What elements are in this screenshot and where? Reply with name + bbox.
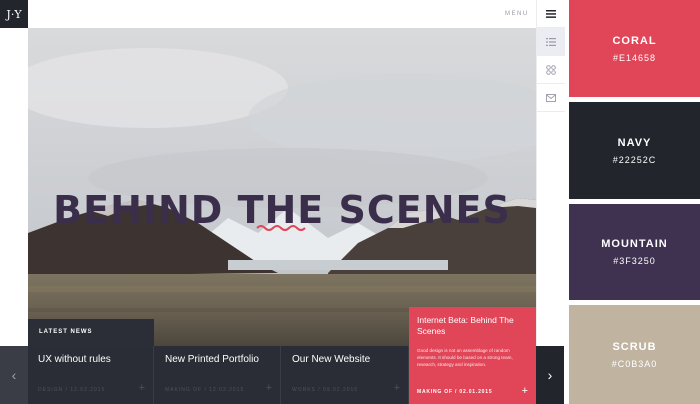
- swatch-name: MOUNTAIN: [601, 238, 668, 250]
- plus-icon[interactable]: +: [139, 382, 145, 394]
- list-icon: [546, 37, 556, 46]
- swatch-scrub: SCRUB #C0B3A0: [569, 305, 700, 404]
- news-card[interactable]: UX without rules DESIGN / 12.02.2015 +: [28, 346, 154, 404]
- news-card-meta: WORKS / 09.02.2015: [292, 387, 359, 393]
- menu-label[interactable]: MENU: [505, 11, 529, 17]
- news-card[interactable]: New Printed Portfolio MAKING OF / 12.02.…: [155, 346, 281, 404]
- page: J·Y MENU BEHIND THE SCENES LATEST NEWS ‹…: [0, 0, 700, 404]
- swatch-coral: CORAL #E14658: [569, 0, 700, 97]
- prev-arrow-button[interactable]: ‹: [0, 346, 28, 404]
- hamburger-icon: [546, 9, 556, 18]
- swatch-navy: NAVY #22252C: [569, 102, 700, 199]
- plus-icon[interactable]: +: [394, 382, 400, 394]
- news-card[interactable]: Our New Website WORKS / 09.02.2015 +: [282, 346, 409, 404]
- chevron-right-icon: ›: [547, 367, 553, 383]
- grid-icon: [546, 64, 556, 75]
- mail-icon: [546, 93, 556, 102]
- hero-landscape-image: [28, 28, 536, 346]
- swatch-hex: #C0B3A0: [611, 358, 658, 369]
- plus-icon[interactable]: +: [522, 385, 528, 397]
- news-card-meta: DESIGN / 12.02.2015: [38, 387, 106, 393]
- news-card-title[interactable]: Our New Website: [292, 354, 370, 365]
- chevron-left-icon: ‹: [11, 367, 17, 383]
- swatch-name: CORAL: [612, 34, 657, 47]
- logo[interactable]: J·Y: [0, 0, 28, 28]
- news-card-title[interactable]: UX without rules: [38, 354, 111, 365]
- swatch-hex: #22252C: [612, 154, 657, 165]
- featured-news-title[interactable]: Internet Beta: Behind The Scenes: [417, 315, 529, 337]
- swatch-name: SCRUB: [612, 340, 657, 353]
- news-card-meta: MAKING OF / 12.02.2015: [165, 387, 245, 393]
- swatch-name: NAVY: [617, 136, 652, 149]
- featured-news-meta: MAKING OF / 02.01.2015: [417, 389, 493, 395]
- squiggle-decoration: [256, 225, 306, 231]
- news-card-title[interactable]: New Printed Portfolio: [165, 354, 259, 365]
- grid-view-button[interactable]: [537, 56, 565, 84]
- hamburger-button[interactable]: [537, 0, 565, 28]
- featured-news-body: Good design is not an assemblage of rand…: [417, 348, 513, 367]
- next-arrow-button[interactable]: ›: [536, 346, 564, 404]
- swatch-hex: #E14658: [612, 52, 657, 63]
- list-view-button[interactable]: [537, 28, 565, 56]
- latest-news-label: LATEST NEWS: [28, 319, 154, 346]
- hero-banner: BEHIND THE SCENES: [28, 28, 536, 346]
- swatch-hex: #3F3250: [613, 256, 656, 266]
- plus-icon[interactable]: +: [266, 382, 272, 394]
- contact-button[interactable]: [537, 84, 565, 112]
- swatch-mountain: MOUNTAIN #3F3250: [569, 204, 700, 300]
- featured-news-card[interactable]: Internet Beta: Behind The Scenes Good de…: [409, 307, 536, 404]
- icon-rail: [536, 0, 565, 346]
